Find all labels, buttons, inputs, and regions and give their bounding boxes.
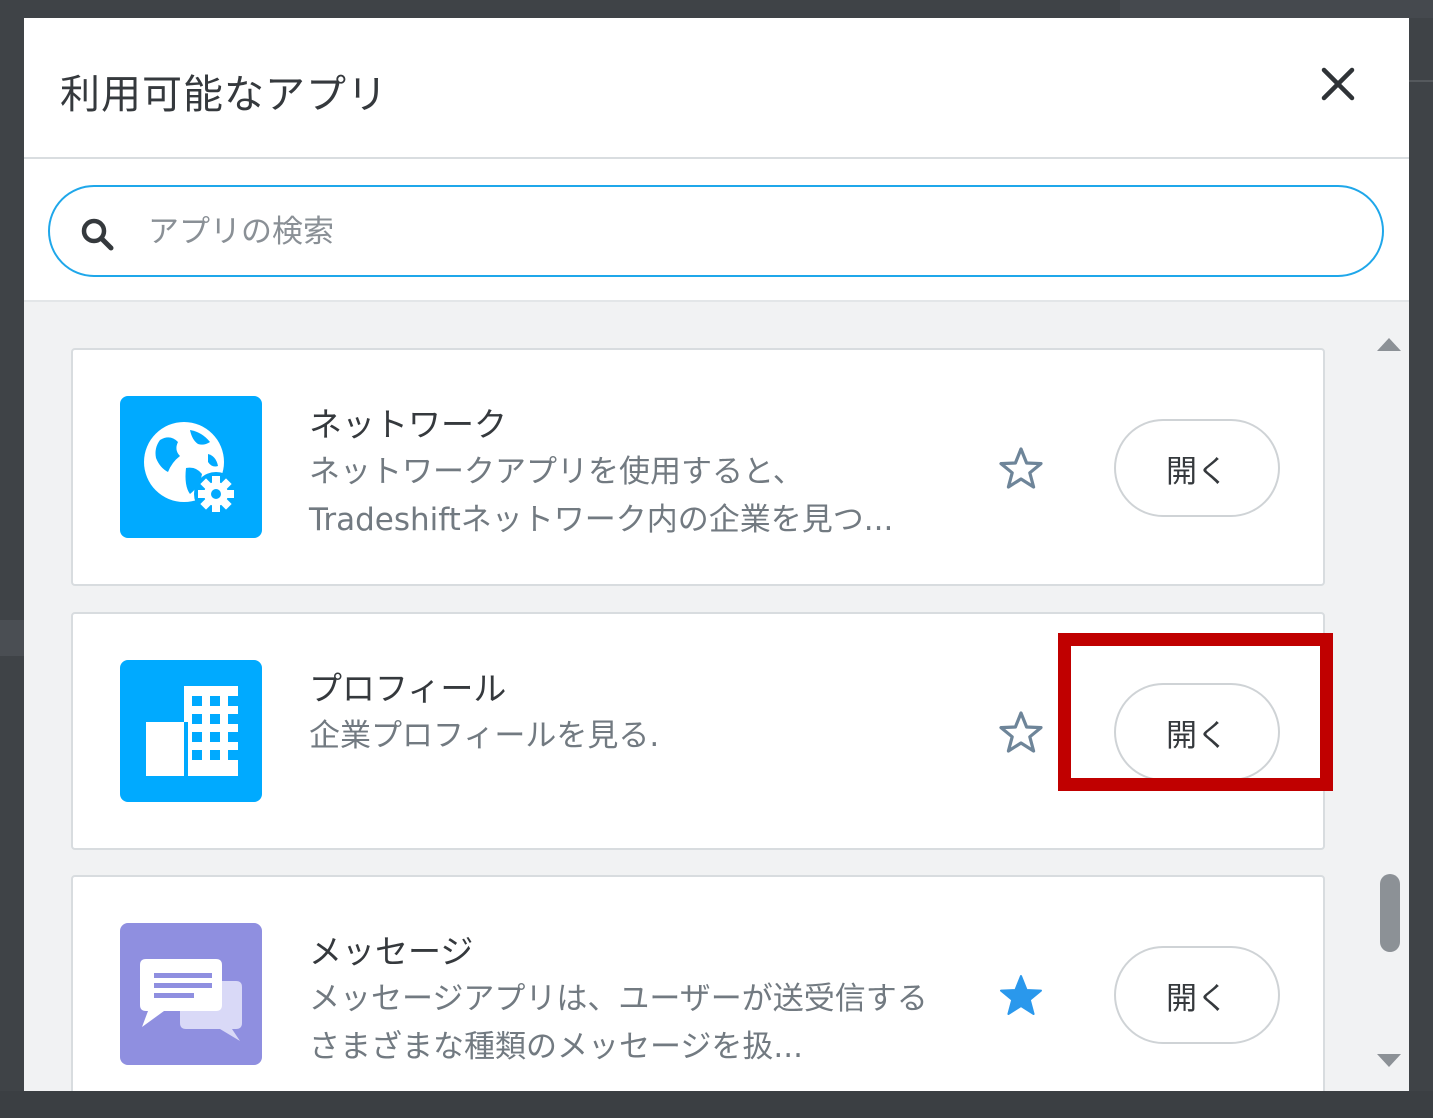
search-box[interactable] — [48, 185, 1384, 277]
star-outline-icon — [999, 447, 1043, 489]
search-bar-area — [24, 159, 1409, 302]
app-name: ネットワーク — [309, 405, 507, 444]
favorite-button[interactable] — [998, 446, 1044, 492]
app-card-messages: メッセージ メッセージアプリは、ユーザーが送受信するさまざまな種類のメッセージを… — [71, 875, 1325, 1091]
star-filled-icon — [1000, 975, 1042, 1015]
backdrop-divider — [1409, 80, 1433, 82]
scrollbar-thumb[interactable] — [1380, 874, 1400, 952]
globe-gear-icon — [120, 396, 262, 538]
star-outline-icon — [999, 711, 1043, 753]
scroll-up-arrow-icon[interactable] — [1377, 338, 1401, 351]
app-name: プロフィール — [309, 669, 507, 708]
close-button[interactable] — [1316, 62, 1360, 106]
favorite-button[interactable] — [998, 710, 1044, 756]
available-apps-dialog: 利用可能なアプリ アプリの検索 ネットワーク ネットワークアプリを使用すると、T… — [24, 18, 1409, 1091]
backdrop-bottom-bar — [0, 1091, 1433, 1118]
backdrop-panel — [0, 620, 24, 656]
open-button[interactable]: 開く — [1114, 946, 1280, 1044]
scroll-down-arrow-icon[interactable] — [1377, 1054, 1401, 1067]
app-card-network: ネットワーク ネットワークアプリを使用すると、Tradeshiftネットワーク内… — [71, 348, 1325, 586]
dialog-header: 利用可能なアプリ — [24, 18, 1409, 159]
vertical-scrollbar[interactable] — [1374, 302, 1409, 1091]
app-description: メッセージアプリは、ユーザーが送受信するさまざまな種類のメッセージを扱... — [309, 981, 928, 1065]
search-icon — [81, 218, 114, 251]
favorite-button[interactable] — [998, 973, 1044, 1019]
app-name: メッセージ — [309, 932, 474, 971]
chat-bubbles-icon — [120, 923, 262, 1065]
search-input[interactable] — [146, 205, 1330, 259]
app-description: 企業プロフィールを見る. — [309, 718, 660, 754]
open-button[interactable]: 開く — [1114, 683, 1280, 781]
dialog-title: 利用可能なアプリ — [60, 72, 388, 118]
backdrop-panel — [1120, 0, 1433, 18]
open-button[interactable]: 開く — [1114, 419, 1280, 517]
app-list: ネットワーク ネットワークアプリを使用すると、Tradeshiftネットワーク内… — [24, 302, 1409, 1091]
building-icon — [120, 660, 262, 802]
app-description: ネットワークアプリを使用すると、Tradeshiftネットワーク内の企業を見つ.… — [309, 454, 894, 538]
close-icon — [1321, 67, 1355, 101]
app-card-profile: プロフィール 企業プロフィールを見る. 開く — [71, 612, 1325, 850]
